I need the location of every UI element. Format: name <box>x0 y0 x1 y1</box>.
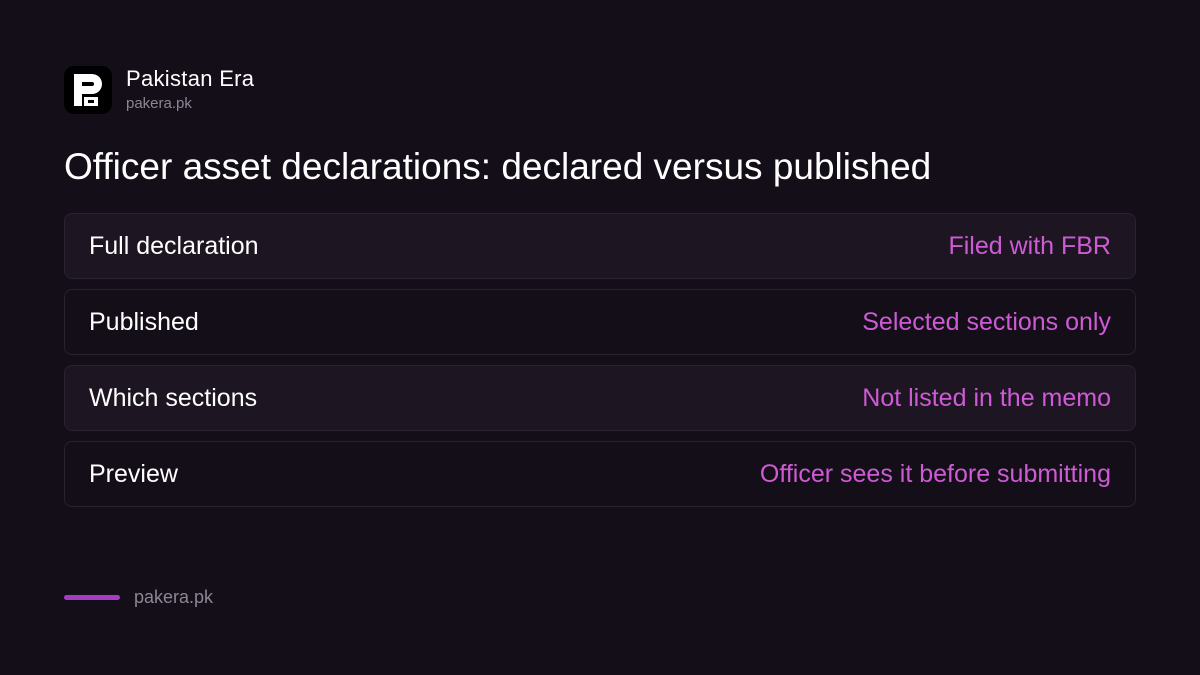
row-value: Officer sees it before submitting <box>759 459 1111 488</box>
row-value: Selected sections only <box>862 307 1111 336</box>
row-value: Filed with FBR <box>948 231 1111 260</box>
brand-header: Pakistan Era pakera.pk <box>64 66 254 114</box>
row-label: Published <box>89 307 199 336</box>
brand-name: Pakistan Era <box>126 66 255 91</box>
list-item: Which sections Not listed in the memo <box>64 365 1136 431</box>
brand-url: pakera.pk <box>126 95 192 112</box>
list-item: Published Selected sections only <box>64 289 1136 355</box>
footer-url: pakera.pk <box>134 587 214 607</box>
pakera-logo-icon <box>64 66 112 114</box>
footer-accent-bar <box>64 595 120 600</box>
comparison-list: Full declaration Filed with FBR Publishe… <box>64 213 1136 517</box>
row-label: Preview <box>89 459 178 488</box>
page-title: Officer asset declarations: declared ver… <box>64 146 932 187</box>
row-label: Full declaration <box>89 231 259 260</box>
row-value: Not listed in the memo <box>862 383 1111 412</box>
footer: pakera.pk <box>64 587 213 608</box>
list-item: Full declaration Filed with FBR <box>64 213 1136 279</box>
list-item: Preview Officer sees it before submittin… <box>64 441 1136 507</box>
row-label: Which sections <box>89 383 258 412</box>
